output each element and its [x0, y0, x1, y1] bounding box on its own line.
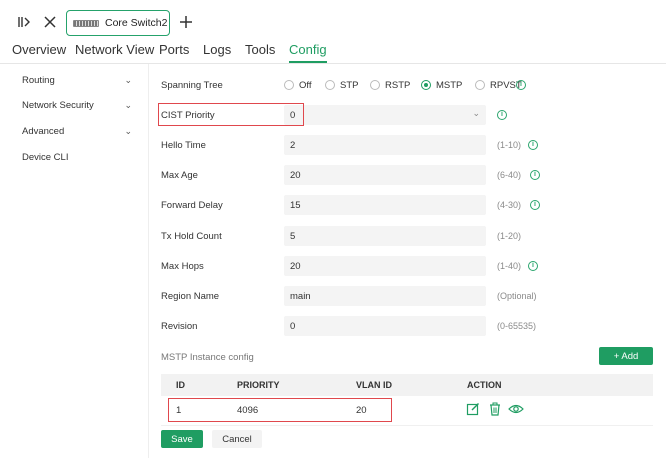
info-icon[interactable]: i — [516, 80, 526, 90]
tab-config[interactable]: Config — [289, 42, 327, 63]
max-hops-input[interactable]: 20 — [284, 256, 486, 276]
close-icon[interactable] — [40, 12, 60, 32]
info-icon[interactable]: i — [530, 170, 540, 180]
device-tab[interactable]: Core Switch2 — [66, 10, 170, 36]
column-header-vlan-id: VLAN ID — [356, 380, 392, 390]
sidebar-divider — [148, 64, 149, 458]
tx-hold-count-input[interactable]: 5 — [284, 226, 486, 246]
table-row — [161, 396, 653, 426]
spanning-tree-label: Spanning Tree — [161, 80, 223, 91]
save-button[interactable]: Save — [161, 430, 203, 448]
column-header-id: ID — [176, 380, 185, 390]
revision-hint: (0-65535) — [497, 321, 537, 331]
forward-delay-label: Forward Delay — [161, 200, 223, 211]
info-icon[interactable]: i — [497, 110, 507, 120]
row-priority-cell: 4096 — [237, 405, 259, 416]
region-name-label: Region Name — [161, 291, 220, 302]
add-tab-button[interactable] — [176, 12, 196, 32]
forward-delay-hint: (4-30) — [497, 200, 522, 210]
max-age-label: Max Age — [161, 170, 198, 181]
info-icon[interactable]: i — [530, 200, 540, 210]
sidebar-item-label: Network Security — [22, 100, 94, 111]
region-name-hint: (Optional) — [497, 291, 537, 301]
max-hops-label: Max Hops — [161, 261, 204, 272]
tab-overview[interactable]: Overview — [12, 42, 66, 57]
view-icon[interactable] — [508, 402, 524, 416]
tab-network-view[interactable]: Network View — [75, 42, 154, 57]
tx-hold-count-hint: (1-20) — [497, 231, 522, 241]
radio-rpvst[interactable]: RPVST — [475, 79, 522, 91]
radio-off[interactable]: Off — [284, 79, 312, 91]
tab-ports[interactable]: Ports — [159, 42, 189, 57]
forward-delay-input[interactable]: 15 — [284, 195, 486, 215]
tab-logs[interactable]: Logs — [203, 42, 231, 57]
device-tab-label: Core Switch2 — [105, 17, 168, 29]
sidebar-item-label: Routing — [22, 75, 55, 86]
add-instance-button[interactable]: + Add — [599, 347, 653, 365]
cist-priority-select[interactable]: 0 ⌄ — [284, 105, 486, 125]
hello-time-hint: (1-10) — [497, 140, 522, 150]
sidebar-item-routing[interactable]: Routing ⌄ — [22, 75, 132, 91]
row-vlan-id-cell: 20 — [356, 405, 367, 416]
hello-time-label: Hello Time — [161, 140, 206, 151]
mstp-section-title: MSTP Instance config — [161, 352, 254, 363]
collapse-sidebar-icon[interactable] — [14, 12, 34, 32]
chevron-down-icon: ⌄ — [472, 108, 480, 118]
nav-divider — [0, 63, 666, 64]
radio-mstp[interactable]: MSTP — [421, 79, 462, 91]
sidebar-item-label: Advanced — [22, 126, 65, 137]
max-hops-hint: (1-40) — [497, 261, 522, 271]
tx-hold-count-label: Tx Hold Count — [161, 231, 222, 242]
delete-icon[interactable] — [488, 402, 502, 416]
top-bar: Core Switch2 — [0, 0, 666, 40]
main-tabs: Overview Network View Ports Logs Tools C… — [0, 42, 666, 63]
chevron-down-icon: ⌄ — [124, 100, 132, 110]
column-header-action: ACTION — [467, 380, 502, 390]
column-header-priority: PRIORITY — [237, 380, 280, 390]
chevron-down-icon: ⌄ — [124, 126, 132, 136]
info-icon[interactable]: i — [528, 140, 538, 150]
sidebar-item-label: Device CLI — [22, 152, 69, 163]
tab-tools[interactable]: Tools — [245, 42, 275, 57]
max-age-hint: (6-40) — [497, 170, 522, 180]
revision-input[interactable]: 0 — [284, 316, 486, 336]
sidebar-item-network-security[interactable]: Network Security ⌄ — [22, 100, 132, 116]
cancel-button[interactable]: Cancel — [212, 430, 262, 448]
max-age-input[interactable]: 20 — [284, 165, 486, 185]
edit-icon[interactable] — [466, 402, 480, 416]
chevron-down-icon: ⌄ — [124, 75, 132, 85]
sidebar-item-device-cli[interactable]: Device CLI — [22, 152, 132, 168]
revision-label: Revision — [161, 321, 198, 332]
hello-time-input[interactable]: 2 — [284, 135, 486, 155]
info-icon[interactable]: i — [528, 261, 538, 271]
switch-device-icon — [73, 19, 99, 27]
region-name-input[interactable]: main — [284, 286, 486, 306]
row-id-cell: 1 — [176, 405, 182, 416]
table-header — [161, 374, 653, 396]
sidebar-item-advanced[interactable]: Advanced ⌄ — [22, 126, 132, 142]
radio-rstp[interactable]: RSTP — [370, 79, 410, 91]
cist-priority-label: CIST Priority — [161, 110, 215, 121]
radio-stp[interactable]: STP — [325, 79, 358, 91]
